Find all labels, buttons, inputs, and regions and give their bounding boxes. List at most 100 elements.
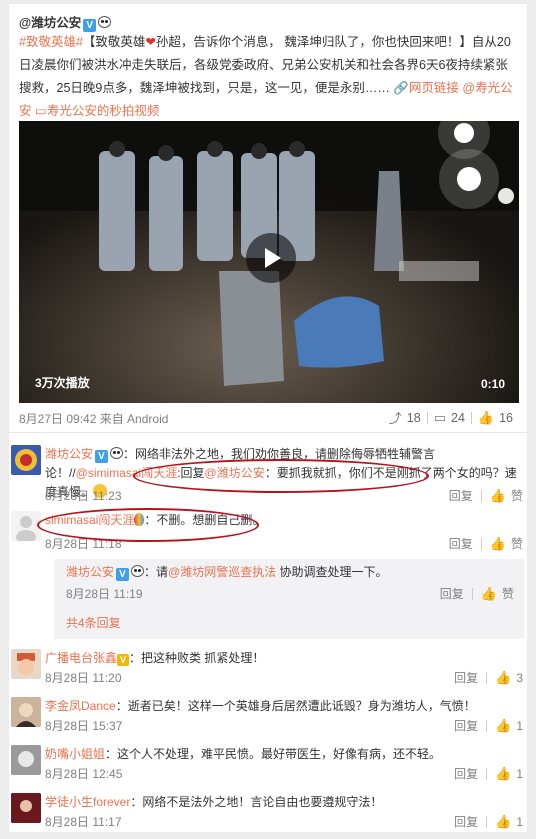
comment-author[interactable]: 广播电台张鑫 [45, 651, 117, 665]
video-play-count: 3万次播放 [35, 376, 90, 390]
avatar[interactable] [11, 697, 41, 727]
default-avatar-icon [16, 516, 36, 541]
comment-item: 奶嘴小姐姐：这个人不处理，难平民愤。最好带医生，好像有病，还不轻。 8月28日 … [9, 745, 527, 785]
reply-button[interactable]: 回复 [440, 585, 464, 602]
post-author-name[interactable]: @潍坊公安 [19, 16, 81, 30]
like-icon[interactable]: 👍 [495, 718, 511, 734]
comment-author[interactable]: 潍坊公安 [45, 447, 93, 461]
like-button[interactable]: 👍 16 [472, 410, 519, 426]
reply-button[interactable]: 回复 [449, 535, 473, 552]
play-icon[interactable] [246, 233, 296, 283]
comment-icon: ▭ [433, 409, 446, 425]
like-count[interactable]: 3 [516, 671, 523, 685]
reply-button[interactable]: 回复 [454, 669, 478, 686]
comment-item: 学徒小生forever：网络不是法外之地！言论自由也要遵规守法！ 8月28日 1… [9, 793, 527, 833]
comment-button[interactable]: ▭ 24 [428, 410, 471, 426]
like-count[interactable]: 1 [516, 767, 523, 781]
more-replies-link[interactable]: 共4条回复 [66, 614, 121, 631]
post-timestamp-source: 8月27日 09:42 来自 Android [19, 412, 169, 426]
post-title-lead: 【致敬英雄 [82, 35, 146, 49]
comment-text: simimasai闯天涯 ：不删。想删自己删。 [45, 511, 523, 530]
like-icon[interactable]: 👍 [490, 488, 506, 504]
topic-link[interactable]: #致敬英雄# [19, 35, 83, 49]
photo-avatar-icon [11, 745, 41, 775]
comment-actions: 回复 👍 1 [454, 813, 523, 830]
reply-button[interactable]: 回复 [454, 765, 478, 782]
like-icon[interactable]: 👍 [495, 766, 511, 782]
lightbulb-badge-icon [134, 513, 145, 526]
divider [480, 489, 482, 502]
post-actions: ⤴ 18 ▭ 24 👍 16 [383, 408, 519, 427]
post-author[interactable]: @潍坊公安 V [19, 12, 112, 32]
comment-text: 奶嘴小姐姐：这个人不处理，难平民愤。最好带医生，好像有病，还不轻。 [45, 745, 523, 764]
video-duration: 0:10 [480, 377, 505, 391]
comment-item: 广播电台张鑫 V ：把这种败类 抓紧处理！ 8月28日 11:20 回复 👍 3 [9, 649, 527, 689]
cartoon-avatar-icon [17, 653, 35, 675]
like-icon[interactable]: 👍 [495, 814, 511, 830]
reply-button[interactable]: 回复 [449, 487, 473, 504]
avatar[interactable] [11, 793, 41, 823]
reply-button[interactable]: 回复 [454, 813, 478, 830]
reply-prefix: :回复 [177, 466, 205, 480]
reply-button[interactable]: 回复 [454, 717, 478, 734]
comment-actions: 回复 👍 1 [454, 765, 523, 782]
comment-body: ：请 [144, 565, 169, 579]
comment-actions: 回复 👍 赞 [449, 487, 523, 504]
video-icon: ▭ [35, 104, 47, 118]
comment-text: 广播电台张鑫 V ：把这种败类 抓紧处理！ [45, 649, 523, 668]
divider [486, 719, 488, 732]
mention-link[interactable]: @simimasai闯天涯 [76, 466, 178, 480]
web-link-label: 网页链接 [408, 81, 459, 95]
like-label[interactable]: 赞 [511, 535, 523, 552]
avatar[interactable] [11, 745, 41, 775]
forward-count: 18 [406, 410, 421, 425]
comment-body: ：把这种败类 抓紧处理！ [129, 651, 265, 665]
comment-count: 24 [451, 410, 465, 425]
comment-body: ：逝者已矣！这样一个英雄身后居然遭此诋毁？身为潍坊人，气愤！ [115, 699, 476, 713]
comment-time: 8月28日 11:23 [45, 489, 122, 503]
heart-icon: ❤ [145, 35, 156, 49]
comment-time: 8月28日 15:37 [45, 719, 123, 733]
like-count[interactable]: 1 [516, 719, 523, 733]
verified-icon: V [95, 450, 109, 463]
web-link[interactable]: 🔗网页链接 [393, 81, 459, 95]
avatar[interactable] [11, 649, 41, 679]
comment-time: 8月28日 11:17 [45, 815, 122, 829]
verified-icon: V [116, 568, 130, 581]
comment-body: ：这个人不处理，难平民愤。最好带医生，好像有病，还不轻。 [105, 747, 442, 761]
like-icon[interactable]: 👍 [495, 670, 511, 686]
comment-author[interactable]: 潍坊公安 [66, 565, 114, 579]
comment-actions: 回复 👍 赞 [440, 585, 514, 602]
video-player[interactable]: 3万次播放 0:10 [19, 121, 519, 403]
comment-time: 8月28日 11:19 [66, 587, 143, 601]
mention-link[interactable]: @潍坊公安 [205, 466, 265, 480]
mention-link[interactable]: @潍坊网警巡查执法 [168, 565, 276, 579]
comment-text: 潍坊公安 V ：请@潍坊网警巡查执法 协助调查处理一下。 [66, 563, 521, 582]
comment-time: 8月28日 11:18 [45, 537, 122, 551]
comment-author[interactable]: 李金凤Dance [45, 699, 116, 713]
comment-actions: 回复 👍 3 [454, 669, 523, 686]
comment-author[interactable]: simimasai闯天涯 [45, 513, 134, 527]
comment-actions: 回复 👍 赞 [449, 535, 523, 552]
divider [480, 537, 482, 550]
comment-item: simimasai闯天涯 ：不删。想删自己删。 8月28日 11:18 回复 👍 赞 [9, 511, 527, 553]
comment-author[interactable]: 学徒小生forever [45, 795, 130, 809]
divider [471, 587, 473, 600]
weibo-post-card: @潍坊公安 V #致敬英雄#【致敬英雄❤孙超，告诉你个消息， 魏泽坤归队了，你也快… [9, 4, 527, 432]
like-icon[interactable]: 👍 [490, 536, 506, 552]
avatar[interactable] [11, 511, 41, 541]
like-label[interactable]: 赞 [511, 487, 523, 504]
comment-text: 李金凤Dance：逝者已矣！这样一个英雄身后居然遭此诋毁？身为潍坊人，气愤！ [45, 697, 523, 716]
comment-time: 8月28日 11:20 [45, 671, 122, 685]
gold-v-icon: V [117, 654, 130, 666]
avatar[interactable] [11, 445, 41, 475]
like-count[interactable]: 1 [516, 815, 523, 829]
video-link[interactable]: ▭寿光公安的秒拍视频 [35, 104, 159, 118]
comment-item: 李金凤Dance：逝者已矣！这样一个英雄身后居然遭此诋毁？身为潍坊人，气愤！ 8… [9, 697, 527, 737]
like-icon[interactable]: 👍 [481, 586, 497, 602]
like-label[interactable]: 赞 [502, 585, 514, 602]
forward-button[interactable]: ⤴ 18 [383, 408, 427, 427]
comment-author[interactable]: 奶嘴小姐姐 [45, 747, 105, 761]
video-link-label: 寿光公安的秒拍视频 [46, 104, 160, 118]
photo-avatar-icon [11, 793, 41, 823]
